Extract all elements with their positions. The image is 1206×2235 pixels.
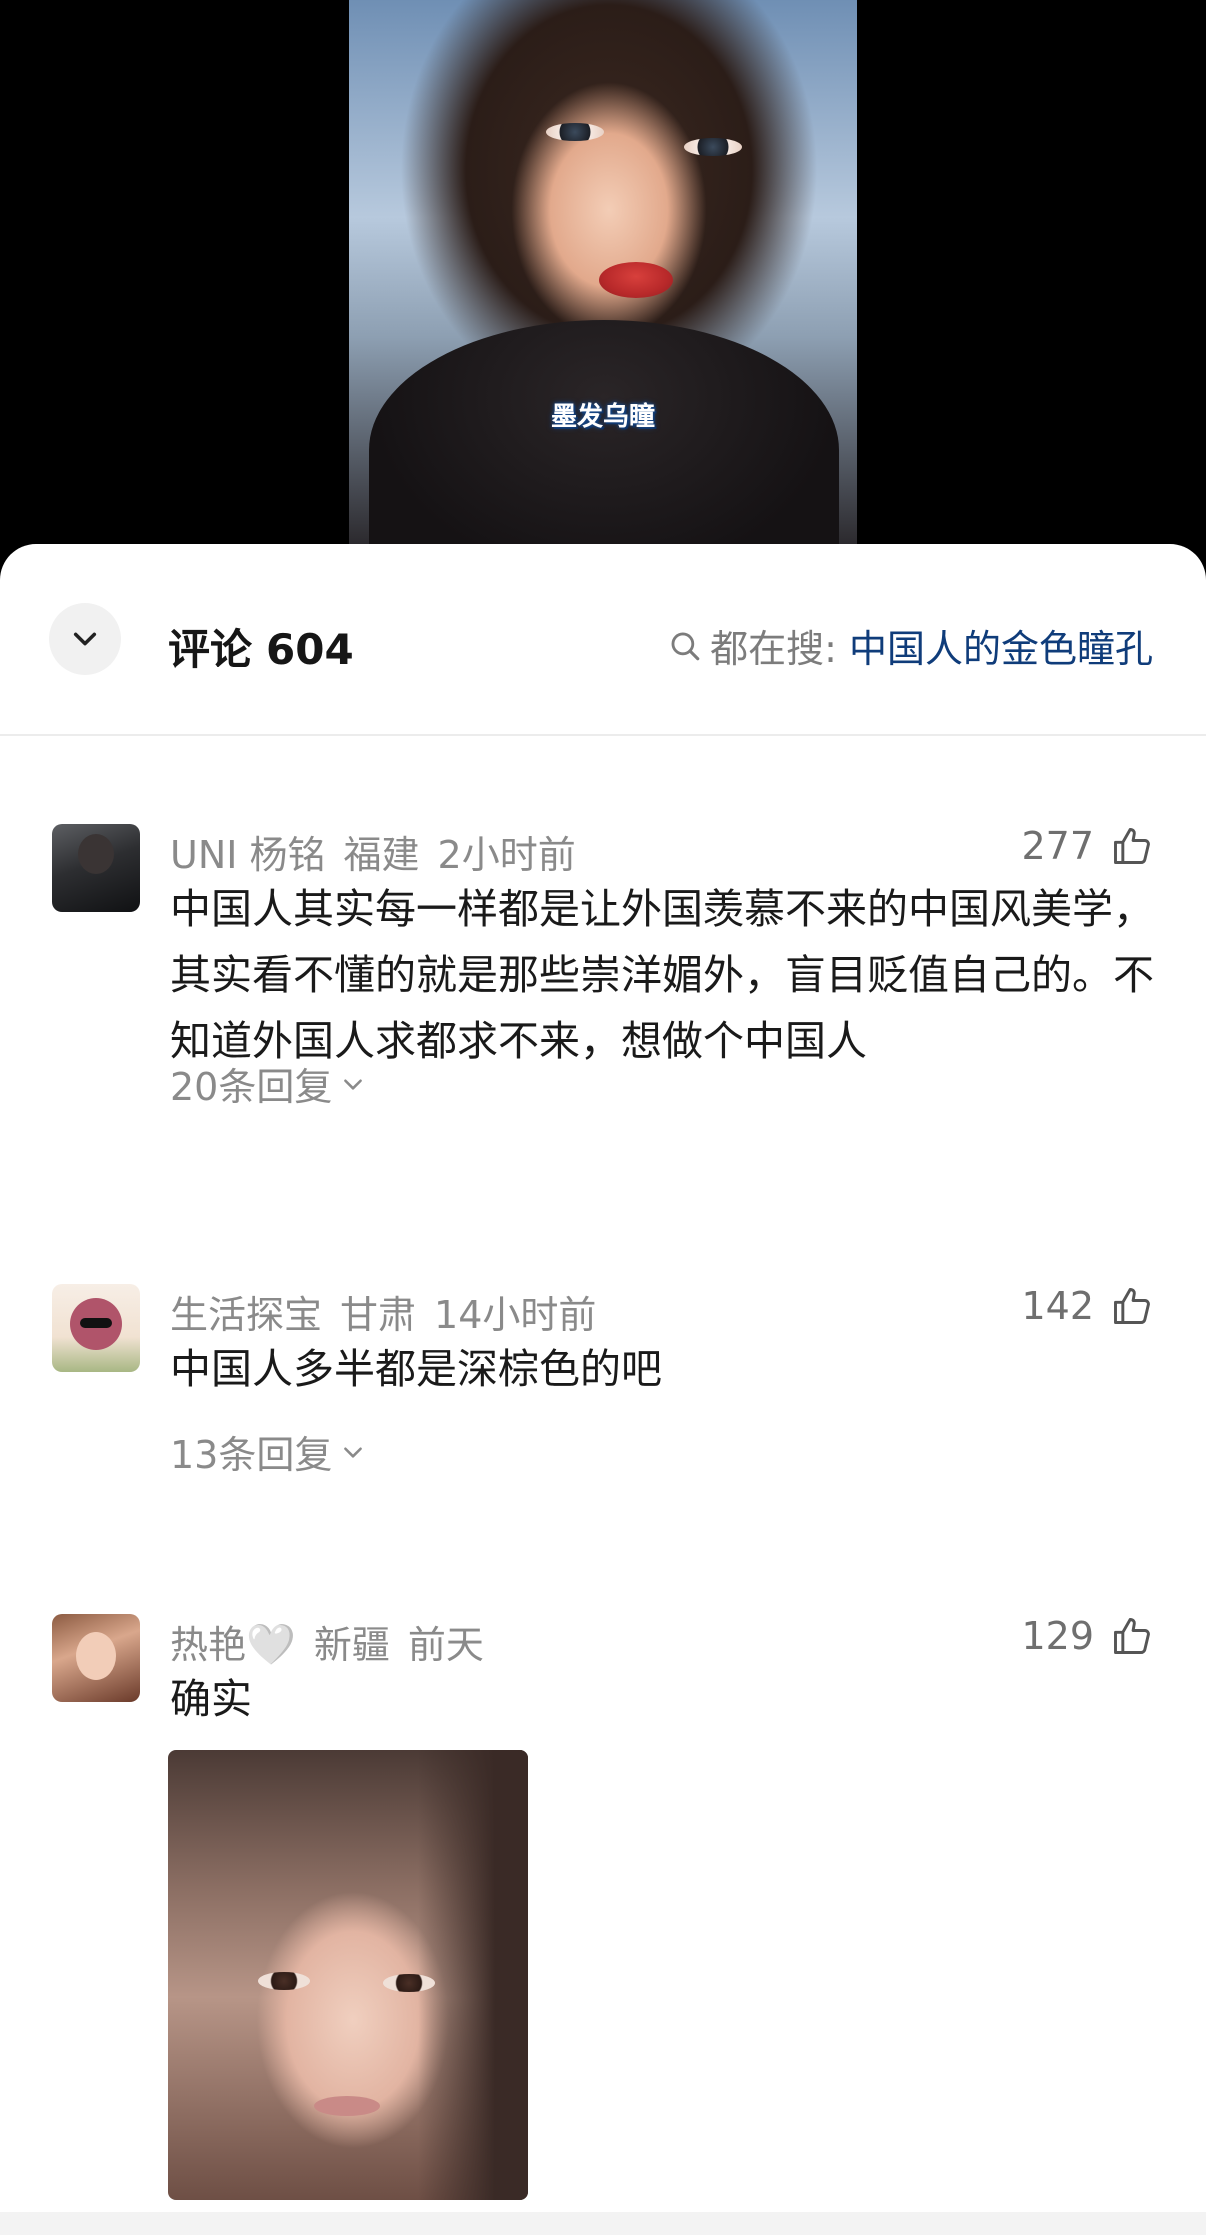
video-player[interactable]: 墨发乌瞳	[0, 0, 1206, 560]
search-icon	[671, 632, 700, 660]
comment-location: 甘肃	[340, 1293, 417, 1337]
comments-title-label: 评论	[168, 625, 253, 674]
comments-header: 评论 604 都在搜: 中国人的金色瞳孔	[0, 544, 1206, 734]
like-count: 129	[1021, 1614, 1094, 1658]
avatar[interactable]	[52, 1284, 140, 1372]
comment-meta: UNI 杨铭 福建 2小时前	[170, 824, 576, 879]
comment-time: 前天	[407, 1623, 484, 1667]
video-scene-lips	[599, 262, 673, 298]
comment-image[interactable]	[168, 1750, 528, 2200]
video-frame[interactable]: 墨发乌瞳	[349, 0, 857, 544]
chevron-down-icon	[344, 1078, 363, 1090]
like-button[interactable]: 142	[1021, 1284, 1154, 1328]
video-caption: 墨发乌瞳	[550, 402, 655, 432]
white-heart-emoji: 🤍	[246, 1622, 296, 1668]
chevron-down-icon	[73, 632, 97, 646]
like-button[interactable]: 129	[1021, 1614, 1154, 1658]
like-button[interactable]: 277	[1021, 824, 1154, 868]
like-count: 277	[1021, 824, 1094, 868]
thumbs-up-icon	[1114, 1618, 1150, 1654]
trending-search-link[interactable]: 都在搜: 中国人的金色瞳孔	[668, 618, 1153, 673]
chevron-down-icon	[344, 1446, 363, 1458]
avatar[interactable]	[52, 824, 140, 912]
video-scene-eye	[546, 123, 604, 141]
comment-meta: 热艳🤍 新疆 前天	[170, 1614, 484, 1669]
header-divider	[0, 734, 1206, 736]
avatar[interactable]	[52, 1614, 140, 1702]
comment-text: 中国人多半都是深棕色的吧	[170, 1345, 662, 1393]
video-scene-eye	[684, 138, 742, 156]
comment-username[interactable]: UNI 杨铭	[170, 833, 326, 877]
search-prefix: 都在搜:	[710, 627, 837, 671]
image-scene-eye	[258, 1972, 310, 1990]
image-scene-mouth	[314, 2096, 380, 2116]
replies-label: 20条回复	[170, 1065, 333, 1109]
comments-title: 评论 604	[168, 616, 354, 677]
comment-time: 2小时前	[437, 833, 576, 877]
view-replies-button[interactable]: 20条回复	[170, 1056, 366, 1111]
comment-location: 福建	[343, 833, 420, 877]
comments-count: 604	[266, 625, 354, 674]
search-keyword[interactable]: 中国人的金色瞳孔	[849, 618, 1153, 673]
comment-text: 中国人其实每一样都是让外国羡慕不来的中国风美学，其实看不懂的就是那些崇洋媚外，盲…	[170, 885, 1154, 1065]
thumbs-up-icon	[1114, 828, 1150, 864]
view-replies-button[interactable]: 13条回复	[170, 1424, 366, 1479]
comment-meta: 生活探宝 甘肃 14小时前	[170, 1284, 596, 1339]
comment-location: 新疆	[313, 1623, 390, 1667]
bottom-bar	[0, 2212, 1206, 2235]
comments-sheet: 评论 604 都在搜: 中国人的金色瞳孔 UNI 杨铭 福建 2小时前 277 中国人…	[0, 544, 1206, 2235]
image-scene-eye	[383, 1974, 435, 1992]
comment-text: 确实	[170, 1675, 252, 1723]
comment-username[interactable]: 热艳	[170, 1623, 246, 1667]
image-scene-hair	[418, 1750, 528, 2200]
replies-label: 13条回复	[170, 1433, 333, 1477]
thumbs-up-icon	[1114, 1288, 1150, 1324]
like-count: 142	[1021, 1284, 1094, 1328]
collapse-button[interactable]	[49, 603, 121, 675]
comment-username[interactable]: 生活探宝	[170, 1293, 322, 1337]
comment-time: 14小时前	[434, 1293, 597, 1337]
